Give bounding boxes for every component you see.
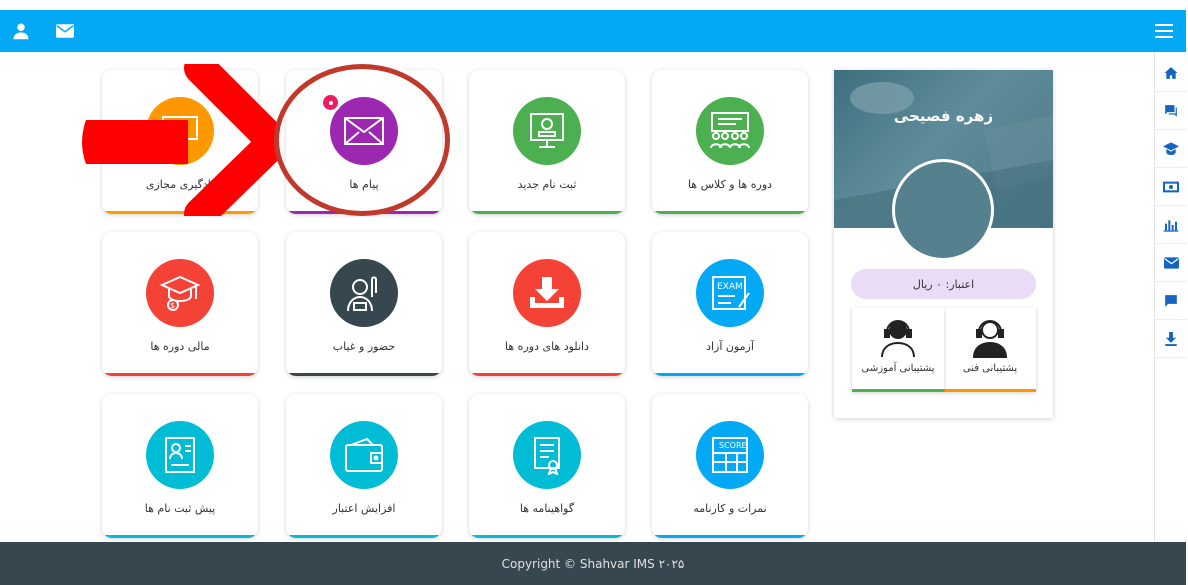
money-icon[interactable]: [1155, 168, 1187, 206]
top-bar: [0, 10, 1186, 52]
support-tech-bar: [944, 389, 1036, 392]
graduation-money-icon: $: [146, 259, 214, 327]
card-label: پیش ثبت نام ها: [144, 502, 216, 515]
raise-hand-icon: [330, 259, 398, 327]
card-finance[interactable]: $ مالی دوره ها: [102, 232, 258, 376]
card-accent-bar: [652, 535, 808, 538]
download-icon[interactable]: [1155, 320, 1187, 358]
headset-tech-icon: [970, 316, 1010, 362]
svg-text:$: $: [170, 301, 175, 310]
classroom-icon: [696, 97, 764, 165]
message-icon[interactable]: [1155, 282, 1187, 320]
card-label: آزمون آزاد: [706, 340, 754, 353]
mail-icon[interactable]: [54, 20, 76, 42]
wallet-icon: [330, 421, 398, 489]
support-edu-bar: [852, 389, 944, 392]
footer: Copyright © Shahvar IMS ۲۰۲۵: [0, 542, 1186, 585]
avatar[interactable]: [892, 159, 994, 261]
card-label: افزایش اعتبار: [332, 502, 396, 515]
support-edu-card[interactable]: پشتیبانی آموزشی: [852, 308, 944, 392]
download-tray-icon: [513, 259, 581, 327]
card-accent-bar: [286, 535, 442, 538]
card-courses[interactable]: دوره ها و کلاس ها: [652, 70, 808, 214]
profile-name: زهره فصیحی: [893, 107, 994, 125]
svg-text:SCORE: SCORE: [719, 441, 747, 450]
card-label: ثبت نام جدید: [517, 178, 577, 191]
card-label: حضور و غیاب: [332, 340, 396, 353]
card-label: دانلود های دوره ها: [505, 340, 589, 353]
home-icon[interactable]: [1155, 54, 1187, 92]
card-accent-bar: [652, 211, 808, 214]
card-accent-bar: [286, 373, 442, 376]
card-grades[interactable]: SCORE نمرات و کارنامه: [652, 394, 808, 538]
exam-icon: EXAM: [696, 259, 764, 327]
copyright-text: Copyright © Shahvar IMS ۲۰۲۵: [501, 556, 685, 571]
monitor-registration-icon: [513, 97, 581, 165]
card-certificates[interactable]: گواهینامه ها: [469, 394, 625, 538]
support-tech-card[interactable]: پشتیبانی فنی: [944, 308, 1036, 392]
card-downloads[interactable]: دانلود های دوره ها: [469, 232, 625, 376]
card-credit[interactable]: افزایش اعتبار: [286, 394, 442, 538]
chat-icon[interactable]: [1155, 92, 1187, 130]
card-accent-bar: [469, 373, 625, 376]
mail-icon[interactable]: [1155, 244, 1187, 282]
graduation-cap-icon[interactable]: [1155, 130, 1187, 168]
support-tech-label: پشتیبانی فنی: [962, 363, 1018, 374]
profile-panel: زهره فصیحی اعتبار: ۰ ریال پشتیبانی فنی پ…: [834, 70, 1053, 418]
svg-text:EXAM: EXAM: [717, 282, 743, 292]
user-icon[interactable]: [10, 20, 32, 42]
card-accent-bar: [469, 211, 625, 214]
card-exam[interactable]: EXAM آزمون آزاد: [652, 232, 808, 376]
card-preregister[interactable]: پیش ثبت نام ها: [102, 394, 258, 538]
card-accent-bar: [469, 535, 625, 538]
card-attendance[interactable]: حضور و غیاب: [286, 232, 442, 376]
card-accent-bar: [652, 373, 808, 376]
card-accent-bar: [102, 535, 258, 538]
card-accent-bar: [102, 373, 258, 376]
annotation-circle: [274, 64, 450, 216]
right-sidebar: [1154, 52, 1187, 542]
card-label: گواهینامه ها: [519, 502, 575, 515]
card-label: نمرات و کارنامه: [693, 502, 767, 515]
certificate-icon: [513, 421, 581, 489]
card-label: دوره ها و کلاس ها: [687, 178, 773, 191]
card-register[interactable]: ثبت نام جدید: [469, 70, 625, 214]
pre-registration-icon: [146, 421, 214, 489]
menu-icon[interactable]: [1153, 20, 1175, 42]
annotation-arrow-icon: [82, 64, 278, 216]
headset-edu-icon: [878, 316, 918, 362]
bar-chart-icon[interactable]: [1155, 206, 1187, 244]
support-edu-label: پشتیبانی آموزشی: [861, 363, 935, 374]
score-sheet-icon: SCORE: [696, 421, 764, 489]
credit-balance: اعتبار: ۰ ریال: [851, 269, 1036, 299]
card-label: مالی دوره ها: [150, 340, 210, 353]
